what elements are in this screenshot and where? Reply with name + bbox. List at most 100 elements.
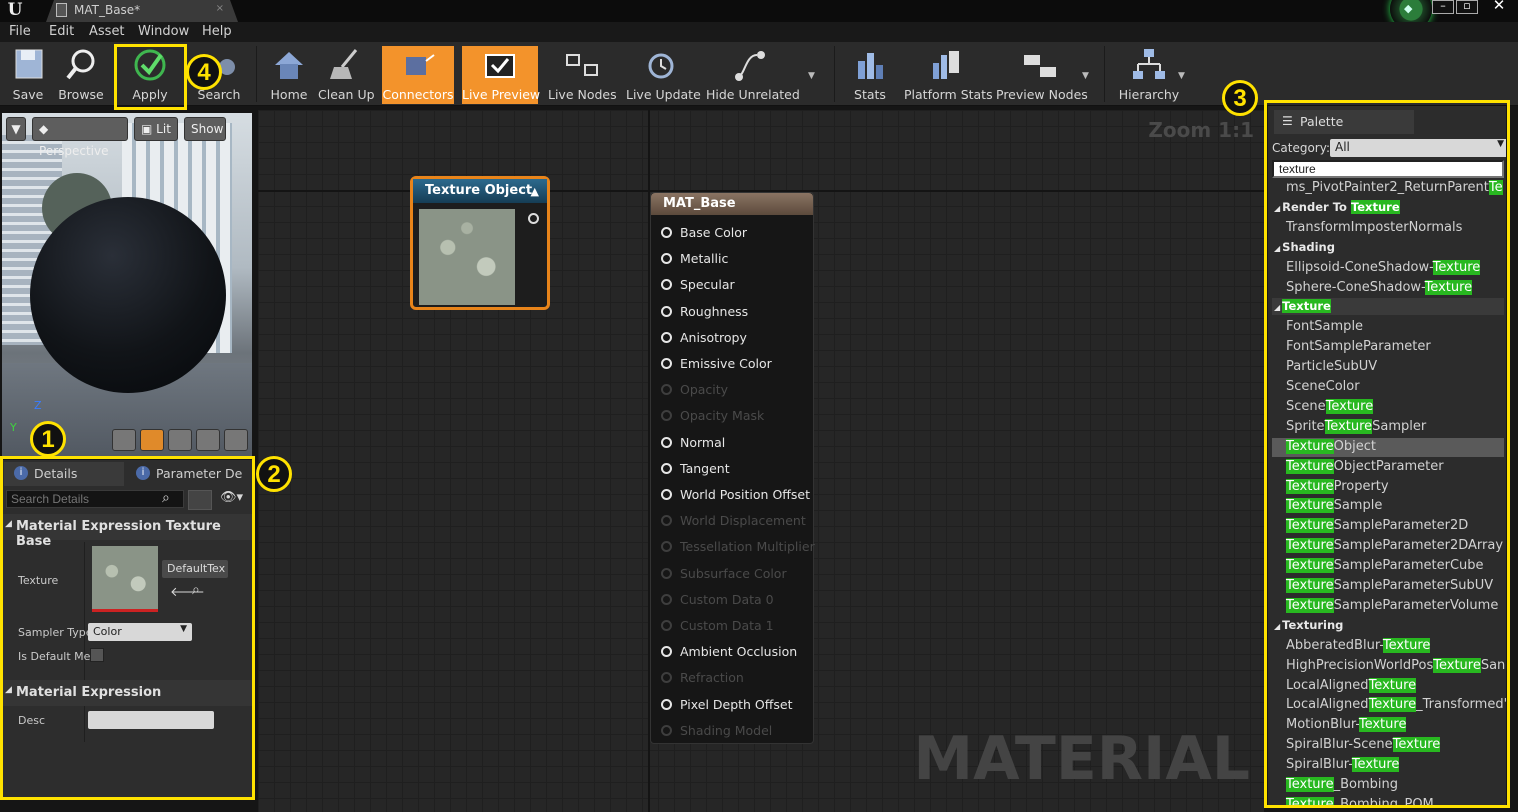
live-update-button[interactable]: Live Update [626, 46, 701, 104]
material-graph[interactable]: Zoom 1:1 MATERIAL Texture Object ▲ MAT_B… [258, 110, 1264, 812]
material-pin[interactable]: Shading Model [661, 723, 772, 738]
annotation-marker-4: 4 [186, 54, 222, 90]
perspective-label: Perspective [39, 144, 109, 158]
material-pin[interactable]: Custom Data 0 [661, 592, 774, 607]
texture-object-node-label: Texture Object [425, 183, 533, 198]
save-button[interactable]: Save [6, 46, 50, 104]
pin-label: Roughness [680, 303, 749, 319]
input-pin-icon [661, 515, 672, 527]
unreal-logo-icon: U [7, 0, 23, 20]
zoom-level: Zoom 1:1 [1148, 118, 1254, 142]
title-bar: U MAT_Base* × ◆ – ▫ ✕ [0, 0, 1518, 30]
live-preview-toggle[interactable]: Live Preview [462, 46, 540, 104]
material-pin[interactable]: Pixel Depth Offset [661, 697, 793, 712]
pin-label: Normal [680, 434, 726, 450]
input-pin-icon [661, 489, 672, 500]
material-result-node[interactable]: MAT_Base Base Color Metallic Specular Rough… [650, 192, 815, 744]
material-pin[interactable]: Tangent [661, 461, 730, 476]
preview-mesh-button[interactable] [224, 429, 248, 451]
stats-button[interactable]: Stats [848, 46, 892, 104]
pin-label: World Position Offset [680, 487, 810, 502]
material-node-title: MAT_Base [651, 193, 813, 215]
material-editor: U MAT_Base* × ◆ – ▫ ✕ File Edit Asset Wi… [0, 0, 1518, 812]
toolbar-separator [1104, 46, 1105, 102]
menu-file[interactable]: File [9, 24, 31, 39]
material-pin[interactable]: Normal [661, 435, 725, 450]
pin-label: Emissive Color [680, 356, 772, 371]
maximize-button[interactable]: ▫ [1456, 0, 1478, 14]
material-pin[interactable]: Tessellation Multiplier [661, 539, 815, 554]
input-pin-icon [661, 384, 672, 396]
material-pin[interactable]: Base Color [661, 225, 747, 240]
input-pin-icon [661, 541, 672, 553]
platform-stats-button[interactable]: Platform Stats [904, 46, 993, 104]
preview-nodes-button[interactable]: Preview Nodes [996, 46, 1088, 104]
input-pin-icon [661, 698, 672, 710]
browse-icon [66, 49, 95, 80]
show-button[interactable]: Show [184, 117, 226, 141]
material-asset-icon [56, 3, 67, 17]
material-pin[interactable]: Specular [661, 277, 735, 292]
show-label: Show [191, 122, 224, 136]
pin-label: Base Color [680, 225, 748, 240]
menu-edit[interactable]: Edit [49, 24, 74, 39]
live-nodes-button[interactable]: Live Nodes [548, 46, 617, 104]
cleanup-button[interactable]: Clean Up [318, 46, 375, 104]
material-pin[interactable]: Emissive Color [661, 356, 772, 371]
perspective-button[interactable]: ◆ Perspective [32, 117, 128, 158]
input-pin-icon [661, 462, 672, 474]
connectors-icon [406, 54, 435, 75]
close-tab-icon[interactable]: × [216, 3, 224, 14]
material-pin[interactable]: Metallic [661, 251, 728, 266]
preview-nodes-dropdown[interactable]: ▼ [1082, 71, 1089, 81]
material-pin[interactable]: Roughness [661, 304, 748, 319]
input-pin-icon [661, 593, 672, 605]
pin-label: Specular [680, 277, 735, 293]
texture-object-node[interactable]: Texture Object ▲ [410, 176, 550, 310]
output-pin[interactable] [528, 213, 539, 224]
material-pin[interactable]: Subsurface Color [661, 566, 787, 581]
feedback-icon: ◆ [1404, 2, 1413, 15]
home-button[interactable]: Home [268, 46, 310, 104]
material-pin[interactable]: World Displacement [661, 513, 806, 528]
pin-label: World Displacement [680, 513, 806, 529]
viewport-options-dropdown[interactable]: ▼ [6, 117, 26, 141]
material-pin[interactable]: Refraction [661, 670, 744, 685]
lit-button[interactable]: ▣ Lit [134, 117, 178, 141]
material-pin[interactable]: Opacity [661, 382, 728, 397]
pin-label: Ambient Occlusion [680, 644, 798, 660]
menu-help[interactable]: Help [202, 24, 232, 39]
menu-asset[interactable]: Asset [89, 24, 125, 39]
preview-viewport[interactable]: ▼ ◆ Perspective ▣ Lit Show Z Y [2, 113, 252, 456]
close-window-button[interactable]: ✕ [1486, 0, 1512, 14]
material-pin[interactable]: World Position Offset [661, 487, 810, 502]
annotation-marker-2: 2 [256, 456, 292, 492]
preview-cylinder-button[interactable] [112, 429, 136, 451]
preview-sphere-button[interactable] [140, 429, 164, 451]
material-pin[interactable]: Custom Data 1 [661, 618, 774, 633]
preview-plane-button[interactable] [168, 429, 192, 451]
menu-window[interactable]: Window [138, 24, 189, 39]
pin-label: Custom Data 1 [680, 618, 774, 633]
hide-unrelated-button[interactable]: Hide Unrelated [706, 46, 800, 104]
minimize-button[interactable]: – [1432, 0, 1454, 14]
preview-cube-button[interactable] [196, 429, 220, 451]
toolbar-more-dropdown[interactable]: ▼ [808, 71, 815, 81]
pin-label: Opacity [680, 382, 729, 398]
live-preview-icon [485, 54, 515, 78]
material-pin[interactable]: Ambient Occlusion [661, 644, 797, 659]
browse-button[interactable]: Browse [56, 46, 106, 104]
hierarchy-dropdown[interactable]: ▼ [1178, 71, 1185, 81]
hierarchy-button[interactable]: Hierarchy [1118, 46, 1180, 104]
axis-z-label: Z [34, 399, 42, 412]
connectors-toggle[interactable]: Connectors [382, 46, 454, 104]
document-tab-title: MAT_Base* [74, 3, 141, 17]
document-tab[interactable]: MAT_Base* × [46, 0, 238, 22]
pin-label: Tangent [680, 460, 730, 476]
material-pin[interactable]: Opacity Mask [661, 408, 764, 423]
toolbar-separator [834, 46, 835, 102]
material-pin[interactable]: Anisotropy [661, 330, 747, 345]
input-pin-icon [661, 620, 672, 631]
collapse-preview-icon[interactable]: ▲ [531, 185, 539, 198]
annotation-box-palette [1264, 100, 1510, 808]
